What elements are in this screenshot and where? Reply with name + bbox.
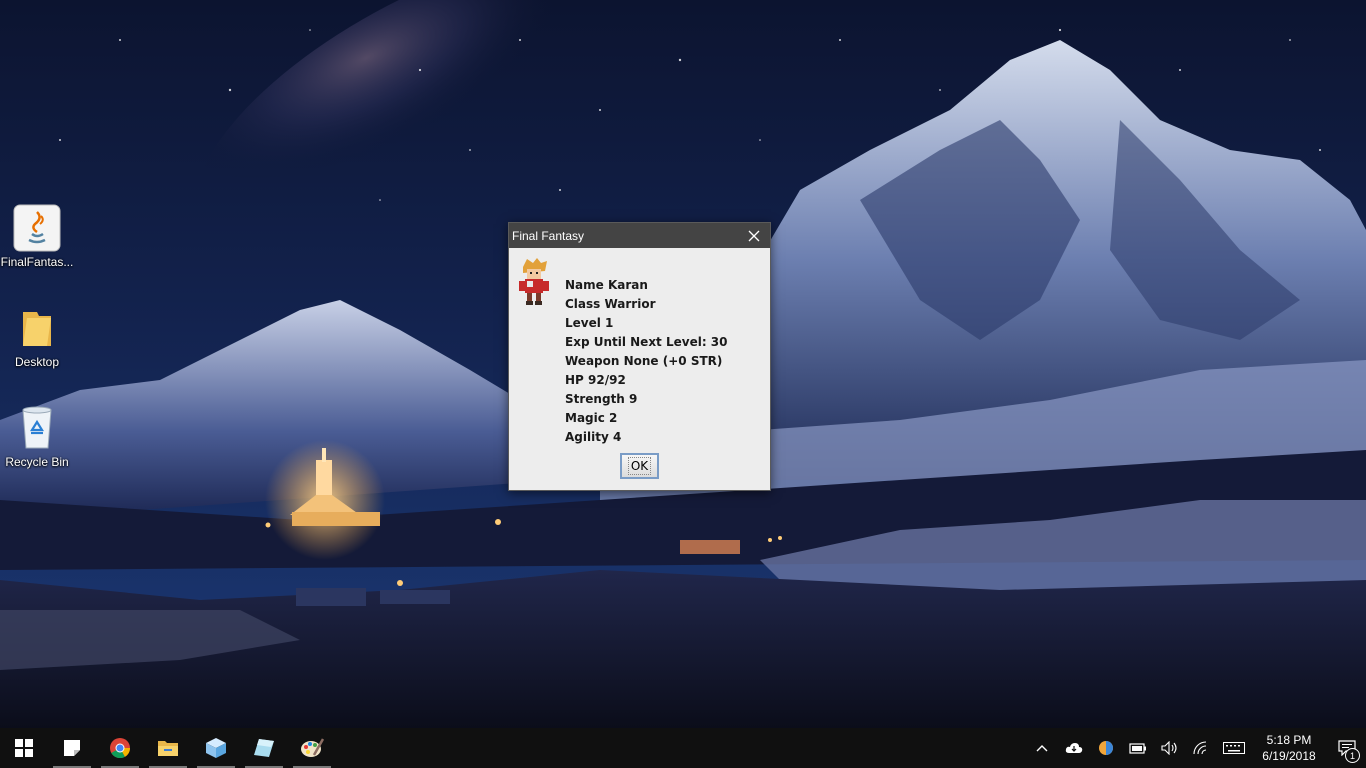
taskbar-file-explorer[interactable] bbox=[144, 728, 192, 768]
stat-magic: Magic 2 bbox=[565, 411, 618, 425]
dialog-title: Final Fantasy bbox=[512, 228, 585, 243]
taskbar: 5:18 PM 6/19/2018 1 bbox=[0, 728, 1366, 768]
start-button[interactable] bbox=[0, 728, 48, 768]
paint-icon bbox=[301, 738, 324, 757]
character-stats-dialog: Final Fantasy Name Karan Class Warrior L… bbox=[508, 222, 771, 491]
taskbar-sticky-notes[interactable] bbox=[48, 728, 96, 768]
notification-count-badge: 1 bbox=[1345, 748, 1360, 763]
tray-battery[interactable] bbox=[1122, 728, 1154, 768]
volume-icon bbox=[1161, 741, 1177, 755]
stats-list: Name Karan Class Warrior Level 1 Exp Unt… bbox=[565, 276, 728, 447]
ok-button[interactable]: OK bbox=[620, 453, 659, 479]
wifi-icon bbox=[1193, 741, 1207, 755]
tray-touch-keyboard[interactable] bbox=[1218, 728, 1250, 768]
desktop-icon-label: FinalFantas... bbox=[0, 255, 74, 269]
close-button[interactable] bbox=[738, 223, 770, 248]
stat-weapon: Weapon None (+0 STR) bbox=[565, 354, 723, 368]
taskbar-paint[interactable] bbox=[288, 728, 336, 768]
tray-wifi[interactable] bbox=[1186, 728, 1218, 768]
show-hidden-icons-button[interactable] bbox=[1026, 728, 1058, 768]
battery-icon bbox=[1129, 743, 1146, 754]
chevron-up-icon bbox=[1036, 745, 1048, 752]
glass-app-icon bbox=[254, 739, 274, 757]
tray-volume[interactable] bbox=[1154, 728, 1186, 768]
close-icon bbox=[748, 230, 760, 241]
java-icon bbox=[13, 204, 61, 252]
clock-time: 5:18 PM bbox=[1266, 733, 1312, 747]
dialog-titlebar[interactable]: Final Fantasy bbox=[509, 223, 770, 248]
warrior-sprite-icon bbox=[517, 257, 551, 307]
stat-name: Name Karan bbox=[565, 278, 648, 292]
tray-color-app[interactable] bbox=[1090, 728, 1122, 768]
stat-agility: Agility 4 bbox=[565, 430, 622, 444]
keyboard-icon bbox=[1223, 742, 1245, 754]
stat-exp-next-level: Exp Until Next Level: 30 bbox=[565, 335, 728, 349]
recycle-bin-icon bbox=[13, 402, 61, 452]
color-app-icon bbox=[1099, 741, 1113, 755]
3d-builder-icon bbox=[206, 738, 226, 758]
stat-strength: Strength 9 bbox=[565, 392, 638, 406]
tray-onedrive[interactable] bbox=[1058, 728, 1090, 768]
taskbar-chrome[interactable] bbox=[96, 728, 144, 768]
folder-icon bbox=[13, 304, 61, 352]
action-center-button[interactable]: 1 bbox=[1328, 728, 1366, 768]
desktop-icon-desktop-folder[interactable]: Desktop bbox=[0, 304, 74, 369]
sticky-notes-icon bbox=[64, 740, 80, 756]
taskbar-3d-builder[interactable] bbox=[192, 728, 240, 768]
taskbar-clock[interactable]: 5:18 PM 6/19/2018 bbox=[1250, 728, 1328, 768]
start-icon bbox=[15, 739, 33, 757]
stat-hp: HP 92/92 bbox=[565, 373, 626, 387]
desktop-icon-recycle-bin[interactable]: Recycle Bin bbox=[0, 402, 74, 469]
stat-level: Level 1 bbox=[565, 316, 614, 330]
system-tray: 5:18 PM 6/19/2018 1 bbox=[1026, 728, 1366, 768]
clock-date: 6/19/2018 bbox=[1262, 749, 1316, 763]
file-explorer-icon bbox=[158, 741, 178, 756]
desktop-icon-label: Desktop bbox=[14, 355, 60, 369]
chrome-icon bbox=[110, 738, 131, 759]
taskbar-glass-app[interactable] bbox=[240, 728, 288, 768]
desktop-icon-label: Recycle Bin bbox=[5, 455, 69, 469]
desktop-icon-finalfantasy[interactable]: FinalFantas... bbox=[0, 204, 74, 269]
onedrive-icon bbox=[1065, 743, 1083, 753]
dialog-body: Name Karan Class Warrior Level 1 Exp Unt… bbox=[509, 248, 770, 491]
stat-class: Class Warrior bbox=[565, 297, 656, 311]
ok-button-label: OK bbox=[627, 457, 652, 475]
